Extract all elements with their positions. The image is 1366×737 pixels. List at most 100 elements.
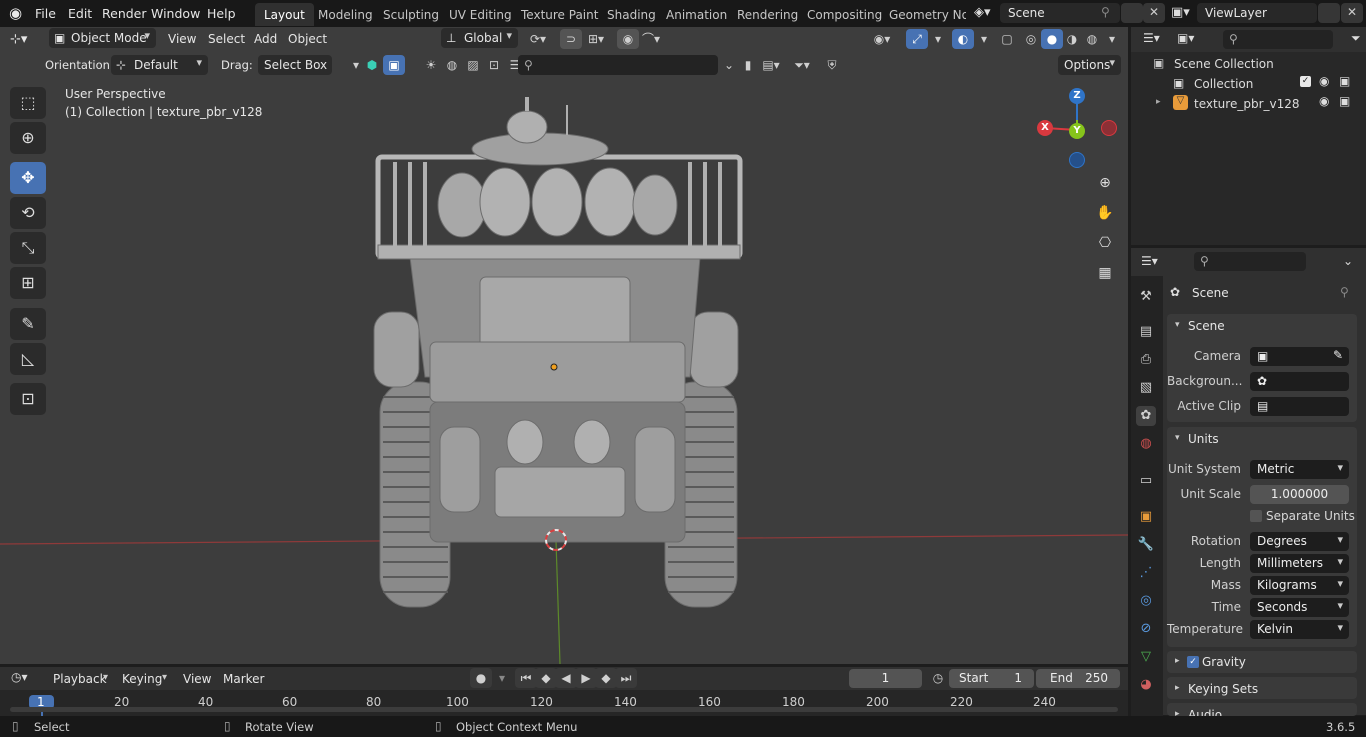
grid-perspective-icon[interactable]: ▦ — [1093, 261, 1117, 285]
eye-icon[interactable]: ◉ — [1319, 94, 1329, 108]
render-tab-icon[interactable]: ▤ — [1136, 322, 1156, 342]
scene-selector-icon[interactable]: ◈▾ — [974, 5, 991, 20]
snap-target-icon[interactable]: ⊞▾ — [585, 29, 607, 49]
rotate-tool[interactable]: ⟲ — [10, 197, 46, 229]
filter-icon[interactable]: ⏷ — [1351, 31, 1361, 46]
shield-icon[interactable]: ⛨ — [821, 55, 843, 75]
active-clip-field[interactable]: ▤ — [1250, 397, 1349, 416]
display-mode-icon[interactable]: ▣▾ — [1177, 31, 1194, 45]
xray-toggle-icon[interactable]: ▢ — [996, 29, 1018, 49]
tab-uv-editing[interactable]: UV Editing — [440, 3, 521, 26]
units-panel-title[interactable]: Units — [1188, 432, 1219, 446]
view-layer-field[interactable]: ViewLayer — [1197, 3, 1317, 23]
blender-logo-icon[interactable]: ◉ — [9, 4, 22, 22]
falloff-icon[interactable]: ⌒▾ — [640, 29, 662, 49]
material-tab-icon[interactable]: ◕ — [1136, 675, 1156, 695]
camera-icon[interactable]: ▣ — [1339, 74, 1350, 88]
tab-layout[interactable]: Layout — [255, 3, 314, 26]
modifier-tab-icon[interactable]: 🔧 — [1136, 535, 1156, 555]
tab-animation[interactable]: Animation — [657, 3, 736, 26]
scene-tab-icon[interactable]: ✿ — [1136, 406, 1156, 426]
tab-modeling[interactable]: Modeling — [309, 3, 382, 26]
solid-shading-icon[interactable]: ● — [1041, 29, 1063, 49]
gizmo-neg-x-axis[interactable] — [1101, 120, 1117, 136]
gizmo-x-axis[interactable]: X — [1037, 120, 1053, 136]
constraints-tab-icon[interactable]: ⊘ — [1136, 619, 1156, 639]
timeline-menu-keying[interactable]: Keying — [122, 672, 162, 686]
camera-field[interactable]: ▣ ✎ — [1250, 347, 1349, 366]
unit-system-dropdown[interactable]: Metric ▾ — [1250, 460, 1349, 479]
pan-hand-icon[interactable]: ✋ — [1093, 201, 1117, 225]
tab-texture-paint[interactable]: Texture Paint — [512, 3, 607, 26]
gizmo-z-axis[interactable]: Z — [1069, 88, 1085, 104]
delete-view-layer-button[interactable]: ✕ — [1341, 3, 1363, 23]
rotation-dropdown[interactable]: Degrees ▾ — [1250, 532, 1349, 551]
timeline-editor-icon[interactable]: ◷▾ — [11, 670, 28, 684]
unit-scale-field[interactable]: 1.000000 — [1250, 485, 1349, 504]
filter-render-icon[interactable]: ▨ — [462, 55, 484, 75]
properties-editor-icon[interactable]: ☰▾ — [1141, 254, 1158, 268]
layout-icon[interactable]: ▤▾ — [760, 55, 782, 75]
expand-arrow-icon[interactable]: ▸ — [1175, 656, 1180, 666]
data-tab-icon[interactable]: ▽ — [1136, 647, 1156, 667]
tool-tab-icon[interactable]: ⚒ — [1136, 287, 1156, 307]
add-cube-tool[interactable]: ⊡ — [10, 383, 46, 415]
mass-dropdown[interactable]: Kilograms ▾ — [1250, 576, 1349, 595]
start-frame-field[interactable]: Start 1 — [949, 669, 1034, 688]
tab-geometry-nodes[interactable]: Geometry Noc — [880, 3, 966, 26]
transform-orientation-dropdown[interactable]: ⊥ Global ▾ — [441, 28, 518, 48]
next-keyframe-icon[interactable]: ◆ — [595, 668, 617, 688]
pivot-point-icon[interactable]: ⟳▾ — [527, 29, 549, 49]
outliner-item-collection[interactable]: Collection — [1194, 77, 1253, 91]
snap-toggle-icon[interactable]: ⊃ — [560, 29, 582, 49]
camera-icon[interactable]: ▣ — [1339, 94, 1350, 108]
timeline-menu-marker[interactable]: Marker — [223, 672, 264, 686]
viewport-menu-select[interactable]: Select — [208, 32, 245, 46]
expand-arrow-icon[interactable]: ▸ — [1175, 683, 1180, 693]
filter-mesh-icon[interactable]: ▣ — [383, 55, 405, 75]
measure-tool[interactable]: ◺ — [10, 343, 46, 375]
delete-scene-button[interactable]: ✕ — [1143, 3, 1165, 23]
menu-render[interactable]: Render — [102, 6, 147, 21]
expand-arrow-icon[interactable]: ▸ — [1156, 97, 1161, 107]
gizmo-neg-z-axis[interactable] — [1069, 152, 1085, 168]
object-tab-icon[interactable]: ▣ — [1136, 507, 1156, 527]
tab-shading[interactable]: Shading — [598, 3, 665, 26]
shading-dropdown-icon[interactable]: ▾ — [1101, 29, 1123, 49]
play-reverse-icon[interactable]: ◀ — [555, 668, 577, 688]
length-dropdown[interactable]: Millimeters ▾ — [1250, 554, 1349, 573]
viewport-menu-add[interactable]: Add — [254, 32, 277, 46]
jump-end-icon[interactable]: ⏭ — [615, 668, 637, 688]
gravity-panel-title[interactable]: Gravity — [1202, 655, 1246, 669]
view-layer-tab-icon[interactable]: ▧ — [1136, 378, 1156, 398]
output-tab-icon[interactable]: ⎙ — [1136, 350, 1156, 370]
options-dropdown[interactable]: Options ▾ — [1058, 55, 1121, 75]
zoom-icon[interactable]: ⊕ — [1093, 171, 1117, 195]
rendered-shading-icon[interactable]: ◍ — [1081, 29, 1103, 49]
world-tab-icon[interactable]: ◍ — [1136, 434, 1156, 454]
gizmo-toggle-icon[interactable]: ⤢ — [906, 29, 928, 49]
timeline-menu-playback[interactable]: Playback — [53, 672, 107, 686]
filter-icon[interactable]: ⏷▾ — [791, 55, 813, 75]
timeline-menu-view[interactable]: View — [183, 672, 211, 686]
editor-type-icon[interactable]: ⊹▾ — [10, 32, 27, 47]
temperature-dropdown[interactable]: Kelvin ▾ — [1250, 620, 1349, 639]
drag-dropdown[interactable]: Select Box — [258, 55, 332, 75]
gizmo-dropdown-icon[interactable]: ▾ — [927, 29, 949, 49]
overlays-toggle-icon[interactable]: ◐ — [952, 29, 974, 49]
annotate-tool[interactable]: ✎ — [10, 308, 46, 340]
filter-camera-icon[interactable]: ⊡ — [483, 55, 505, 75]
menu-window[interactable]: Window — [151, 6, 200, 21]
tab-sculpting[interactable]: Sculpting — [374, 3, 448, 26]
wireframe-shading-icon[interactable]: ◎ — [1020, 29, 1042, 49]
material-shading-icon[interactable]: ◑ — [1061, 29, 1083, 49]
gizmo-y-axis[interactable]: Y — [1069, 123, 1085, 139]
collection-checkbox[interactable]: ✓ — [1300, 76, 1311, 87]
pin-icon[interactable]: ⚲ — [1340, 285, 1349, 299]
scale-tool[interactable]: ⤡ — [10, 232, 46, 264]
tab-compositing[interactable]: Compositing — [798, 3, 891, 26]
object-mode-dropdown[interactable]: ▣ Object Mode ▾ — [49, 28, 156, 48]
viewport-menu-object[interactable]: Object — [288, 32, 327, 46]
viewport-scene[interactable] — [0, 27, 1128, 664]
audio-title[interactable]: Audio — [1188, 708, 1222, 716]
